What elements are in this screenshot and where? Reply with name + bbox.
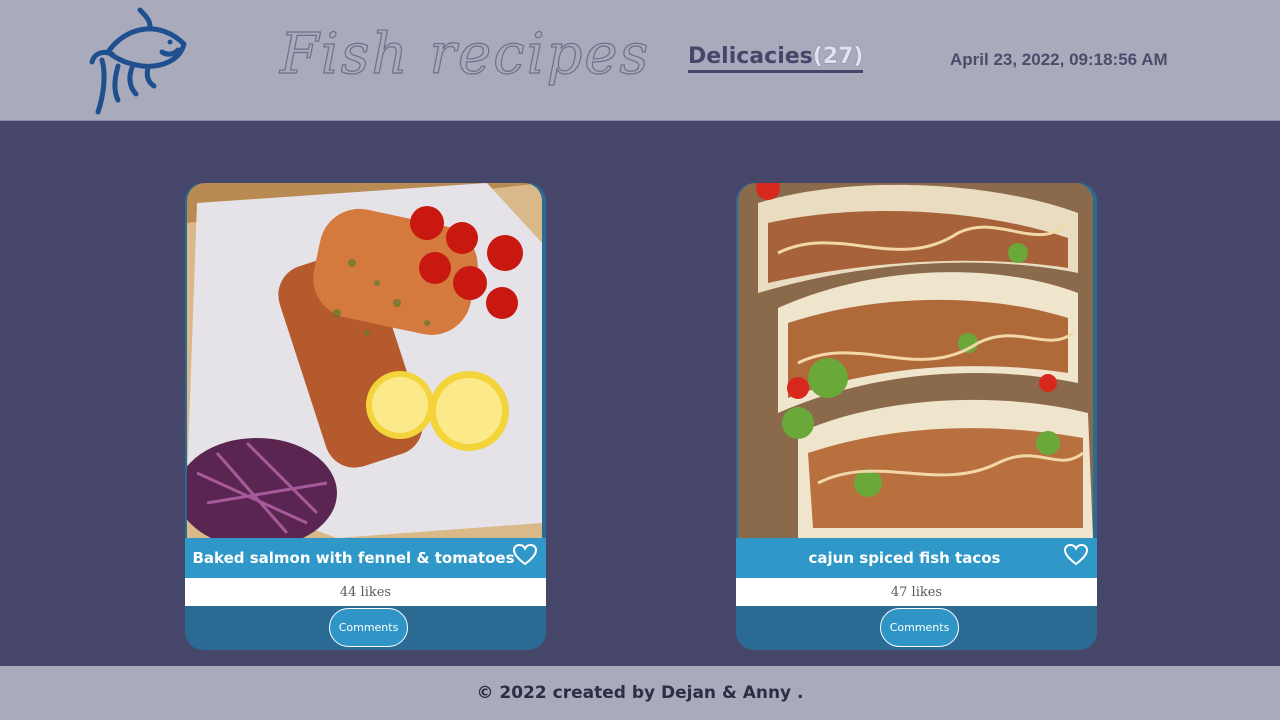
- fish-logo-icon[interactable]: [88, 4, 192, 116]
- recipe-title-text: cajun spiced fish tacos: [808, 549, 1001, 567]
- recipe-title: cajun spiced fish tacos: [736, 538, 1097, 578]
- site-footer: © 2022 created by Dejan & Anny .: [0, 666, 1280, 720]
- footer-text: © 2022 created by Dejan & Anny .: [476, 683, 804, 703]
- delicacies-link[interactable]: Delicacies(27): [688, 44, 864, 73]
- delicacies-label: Delicacies: [688, 44, 813, 69]
- recipe-title-text: Baked salmon with fennel & tomatoes: [192, 549, 515, 567]
- recipe-photo: [738, 183, 1093, 538]
- site-header: Fish recipes Delicacies(27) April 23, 20…: [0, 0, 1280, 121]
- delicacies-count: (27): [812, 44, 864, 69]
- likes-count: 47 likes: [736, 578, 1097, 606]
- recipe-card: cajun spiced fish tacos 47 likes Comment…: [736, 183, 1097, 650]
- site-title: Fish recipes: [279, 21, 651, 87]
- current-datetime: April 23, 2022, 09:18:56 AM: [950, 50, 1168, 69]
- likes-count: 44 likes: [185, 578, 546, 606]
- comments-button[interactable]: Comments: [880, 608, 959, 647]
- heart-icon[interactable]: [1063, 543, 1089, 567]
- recipe-title: Baked salmon with fennel & tomatoes: [185, 538, 546, 578]
- recipe-photo: [187, 183, 542, 538]
- comments-button[interactable]: Comments: [329, 608, 408, 647]
- heart-icon[interactable]: [512, 543, 538, 567]
- recipe-card: Baked salmon with fennel & tomatoes 44 l…: [185, 183, 546, 650]
